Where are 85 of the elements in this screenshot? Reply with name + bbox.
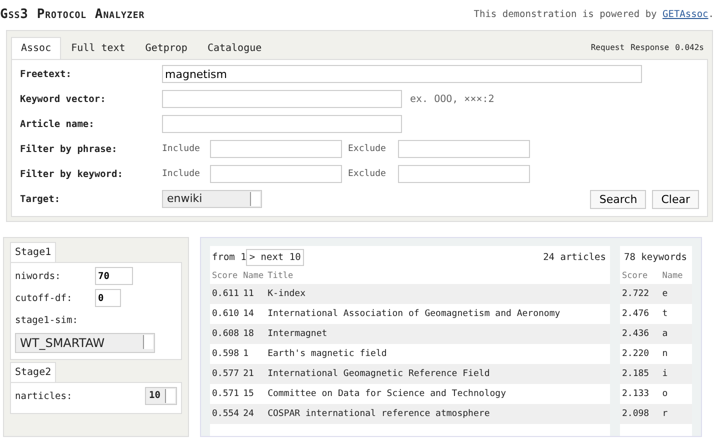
field-label: Article name: xyxy=(20,118,96,130)
column-header: Score xyxy=(620,268,660,284)
field-label: Filter by phrase: xyxy=(20,144,118,154)
score-cell: 0.598 xyxy=(210,344,242,364)
score-cell: 2.220 xyxy=(620,344,660,364)
title-cell: COSPAR international reference atmosphere xyxy=(266,404,610,424)
title-cell: Earth's magnetic field xyxy=(266,344,610,364)
name-cell: 24 xyxy=(241,404,266,424)
include-field[interactable] xyxy=(210,165,342,183)
tab[interactable]: Assoc xyxy=(11,37,62,59)
exclude-field[interactable] xyxy=(398,165,530,183)
tab[interactable]: Catalogue xyxy=(197,37,272,59)
setting-label: niwords: xyxy=(15,270,62,282)
column-header: Name xyxy=(241,268,266,284)
keyword-cell: r xyxy=(660,404,692,424)
title-cell: Committee on Data for Science and Technology xyxy=(266,384,610,404)
field-label: Target: xyxy=(20,194,62,204)
field-label: Filter by keyword: xyxy=(20,168,124,180)
keyword-cell: t xyxy=(660,304,692,324)
freetext-field[interactable]: magnetism xyxy=(162,65,642,83)
page-range: from 1 xyxy=(212,252,246,262)
setting-label: cutoff-df: xyxy=(15,292,74,304)
keyword-cell: e xyxy=(660,284,692,304)
include-field[interactable] xyxy=(210,140,342,158)
app-title: Gss3 Protocol Analyzer xyxy=(0,6,145,22)
form-button[interactable]: Clear xyxy=(652,190,699,208)
keyword-vector-field[interactable] xyxy=(162,90,402,108)
getassoc-link[interactable]: GETAssoc xyxy=(662,8,708,20)
tab-link[interactable]: Response xyxy=(630,43,670,52)
form-button[interactable]: Search xyxy=(590,190,646,208)
column-header: Name xyxy=(660,268,692,284)
name-cell: 1 xyxy=(241,344,266,364)
keywords-count: 78 keywords xyxy=(623,252,688,262)
score-cell: 2.185 xyxy=(620,364,660,384)
column-header: Title xyxy=(266,268,610,284)
cutoff-df-field[interactable]: 0 xyxy=(95,289,121,307)
name-cell: 21 xyxy=(241,364,266,384)
title-cell: Intermagnet xyxy=(266,324,610,344)
title-cell: K-index xyxy=(266,284,610,304)
score-cell: 0.554 xyxy=(210,404,242,424)
keyword-cell: a xyxy=(660,324,692,344)
score-cell: 2.722 xyxy=(620,284,660,304)
similarity-dropdown[interactable]: WT_SMARTAW xyxy=(15,333,155,353)
setting-label: narticles: xyxy=(15,390,74,402)
title-cell: International Geomagnetic Reference Field xyxy=(266,364,610,384)
exclude-label: Exclude xyxy=(348,144,387,154)
powered-by-text: This demonstration is powered by GETAssoc. xyxy=(474,8,714,20)
tab-link[interactable]: Request xyxy=(590,43,625,52)
exclude-field[interactable] xyxy=(398,140,530,158)
article-name-field[interactable] xyxy=(162,115,402,133)
score-cell: 0.577 xyxy=(210,364,242,384)
response-time: 0.042s xyxy=(675,43,704,52)
score-cell: 2.476 xyxy=(620,304,660,324)
score-cell: 2.133 xyxy=(620,384,660,404)
score-cell: 0.571 xyxy=(210,384,242,404)
setting-label: stage1-sim: xyxy=(15,314,79,326)
include-label: Include xyxy=(162,169,201,179)
name-cell: 14 xyxy=(241,304,266,324)
target-dropdown[interactable]: enwiki xyxy=(162,190,262,208)
articles-count: 24 articles xyxy=(542,252,607,262)
score-cell: 2.098 xyxy=(620,404,660,424)
keyword-cell: i xyxy=(660,364,692,384)
name-cell: 15 xyxy=(241,384,266,404)
field-label: Keyword vector: xyxy=(20,94,107,104)
stage-tab[interactable]: Stage1 xyxy=(10,242,56,262)
hint-text: ex. OOO, ×××:2 xyxy=(410,94,494,104)
score-cell: 0.608 xyxy=(210,324,242,344)
title-cell: International Association of Geomagnetism and Aeronomy xyxy=(266,304,610,324)
next-page-link[interactable]: > next 10 xyxy=(246,248,304,266)
narticles-dropdown[interactable]: 10 xyxy=(145,387,177,405)
score-cell: 0.611 xyxy=(210,284,242,304)
column-header: Score xyxy=(210,268,242,284)
score-cell: 0.610 xyxy=(210,304,242,324)
name-cell: 11 xyxy=(241,284,266,304)
keyword-cell: o xyxy=(660,384,692,404)
stage-tab[interactable]: Stage2 xyxy=(10,362,56,382)
tab[interactable]: Full text xyxy=(61,37,136,59)
tab[interactable]: Getprop xyxy=(135,37,198,59)
include-label: Include xyxy=(162,144,201,154)
keyword-cell: n xyxy=(660,344,692,364)
exclude-label: Exclude xyxy=(348,169,387,179)
niwords-field[interactable]: 70 xyxy=(95,267,133,285)
name-cell: 18 xyxy=(241,324,266,344)
score-cell: 2.436 xyxy=(620,324,660,344)
field-label: Freetext: xyxy=(20,68,72,80)
